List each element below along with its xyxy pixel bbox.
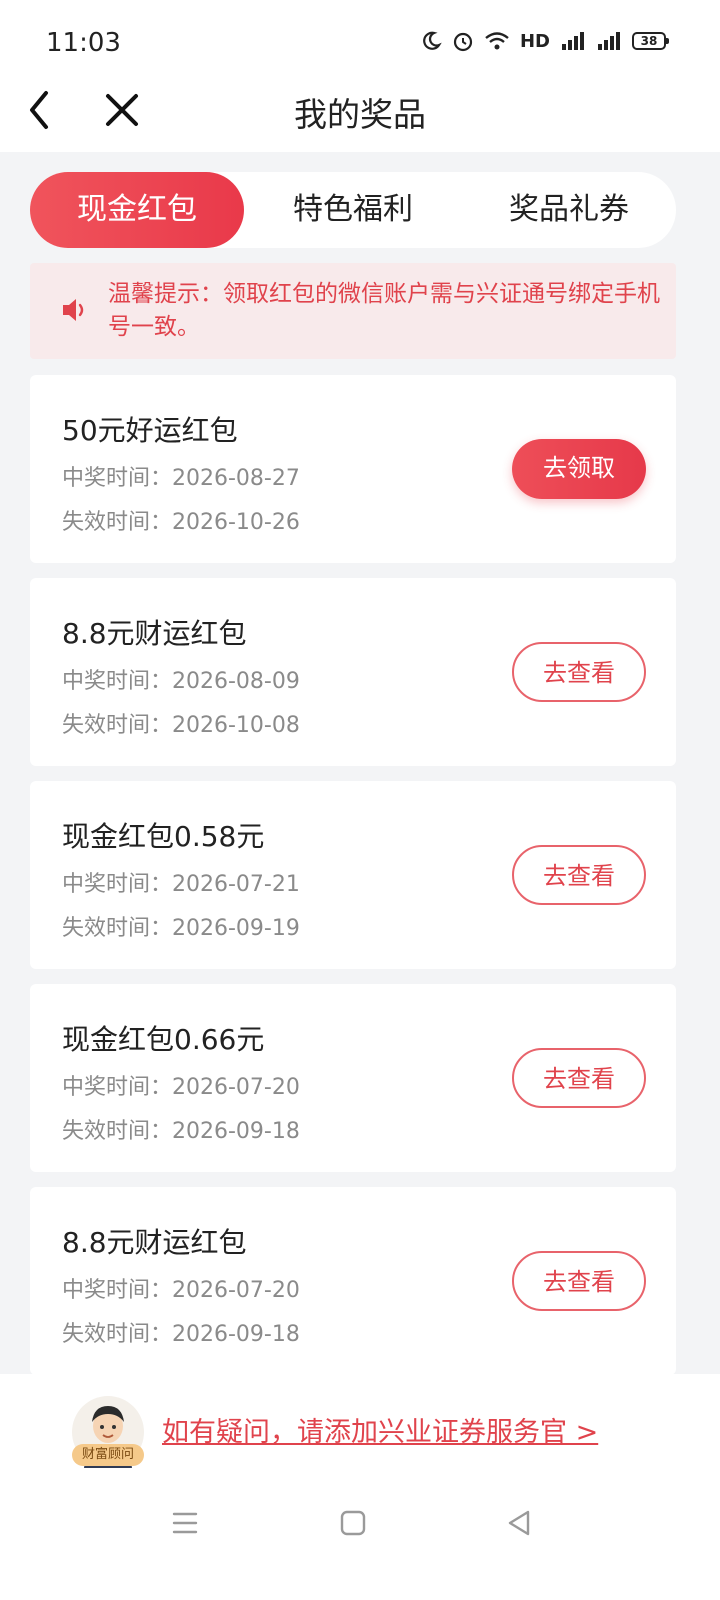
alarm-icon: [453, 32, 473, 52]
wifi-icon: [485, 32, 509, 50]
menu-icon[interactable]: [170, 1508, 200, 1538]
prize-won-time: 中奖时间：2026-07-20: [62, 1278, 300, 1303]
battery-icon: 38: [632, 32, 669, 50]
tab-special-benefits[interactable]: 特色福利: [246, 172, 460, 248]
tab-cash-red-packet[interactable]: 现金红包: [30, 172, 244, 248]
notice-banner: 温馨提示：领取红包的微信账户需与兴证通号绑定手机号一致。: [30, 263, 676, 359]
prize-card: 现金红包0.66元 中奖时间：2026-07-20 失效时间：2026-09-1…: [30, 984, 676, 1172]
nav-bar: 我的奖品: [0, 82, 720, 152]
prize-card: 现金红包0.58元 中奖时间：2026-07-21 失效时间：2026-09-1…: [30, 781, 676, 969]
network-type: HD: [519, 30, 550, 52]
prize-won-time: 中奖时间：2026-07-20: [62, 1075, 300, 1100]
notice-text: 温馨提示：领取红包的微信账户需与兴证通号绑定手机号一致。: [108, 281, 660, 340]
page-title: 我的奖品: [294, 95, 426, 134]
status-time: 11:03: [46, 28, 121, 58]
status-icons: HD 38: [420, 30, 669, 52]
prize-won-time: 中奖时间：2026-08-27: [62, 466, 300, 491]
advisor-badge: 财富顾问: [72, 1444, 144, 1466]
prize-won-time: 中奖时间：2026-08-09: [62, 669, 300, 694]
view-button[interactable]: 去查看: [512, 845, 646, 905]
signal-icon-1: [562, 32, 584, 50]
view-button[interactable]: 去查看: [512, 642, 646, 702]
system-nav-bar: [0, 1502, 720, 1552]
prize-expire-time: 失效时间：2026-10-08: [62, 713, 300, 738]
view-button[interactable]: 去查看: [512, 1251, 646, 1311]
home-icon[interactable]: [338, 1508, 368, 1538]
prize-expire-time: 失效时间：2026-09-18: [62, 1119, 300, 1144]
prize-title: 现金红包0.66元: [62, 1023, 265, 1056]
prize-title: 8.8元财运红包: [62, 617, 247, 650]
moon-icon: [423, 31, 442, 50]
view-button[interactable]: 去查看: [512, 1048, 646, 1108]
claim-button[interactable]: 去领取: [512, 439, 646, 499]
prize-title: 现金红包0.58元: [62, 820, 265, 853]
prize-title: 50元好运红包: [62, 414, 238, 447]
tab-bar: 现金红包 特色福利 奖品礼券: [30, 172, 676, 248]
add-service-officer-link[interactable]: 如有疑问，请添加兴业证券服务官 >: [162, 1410, 598, 1449]
speaker-icon: [63, 299, 84, 321]
tab-prize-coupons[interactable]: 奖品礼券: [462, 172, 676, 248]
prize-won-time: 中奖时间：2026-07-21: [62, 872, 300, 897]
prize-card: 8.8元财运红包 中奖时间：2026-08-09 失效时间：2026-10-08…: [30, 578, 676, 766]
signal-icon-2: [598, 32, 620, 50]
status-bar: 11:03 HD 38: [0, 0, 720, 82]
prize-expire-time: 失效时间：2026-09-19: [62, 916, 300, 941]
back-triangle-icon[interactable]: [504, 1508, 534, 1538]
prize-card: 50元好运红包 中奖时间：2026-08-27 失效时间：2026-10-26 …: [30, 375, 676, 563]
footer: 财富顾问 如有疑问，请添加兴业证券服务官 >: [0, 1374, 720, 1600]
prize-title: 8.8元财运红包: [62, 1226, 247, 1259]
prize-card: 8.8元财运红包 中奖时间：2026-07-20 失效时间：2026-09-18…: [30, 1187, 676, 1375]
prize-expire-time: 失效时间：2026-09-18: [62, 1322, 300, 1347]
prize-expire-time: 失效时间：2026-10-26: [62, 510, 300, 535]
